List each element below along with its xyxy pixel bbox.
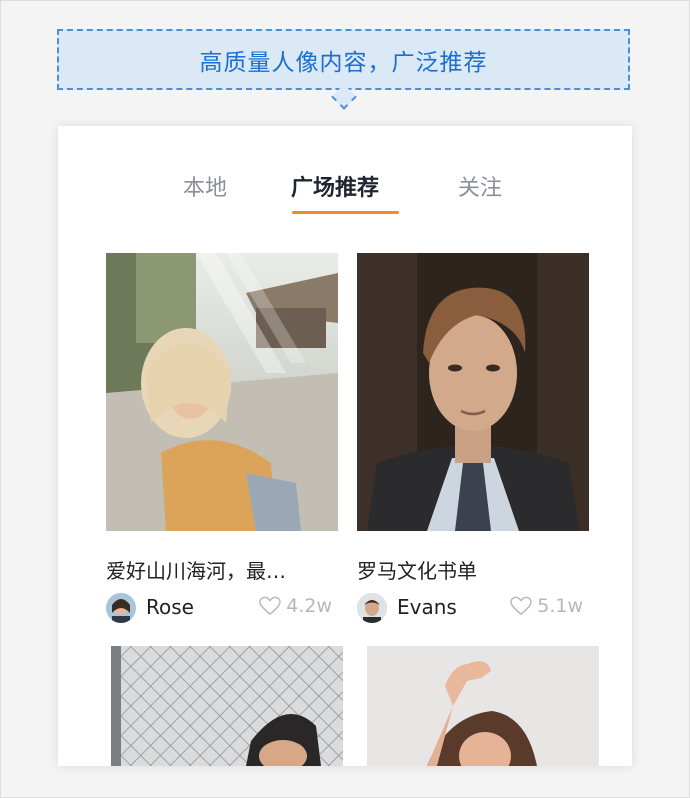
like-count: 4.2w bbox=[286, 595, 332, 617]
heart-icon[interactable] bbox=[510, 596, 532, 616]
feed-post[interactable] bbox=[111, 646, 343, 766]
feed-post[interactable] bbox=[367, 646, 599, 766]
like-counter[interactable]: 4.2w bbox=[259, 595, 332, 617]
username[interactable]: Evans bbox=[397, 595, 457, 619]
post-image[interactable] bbox=[357, 253, 589, 531]
post-title[interactable]: 罗马文化书单 bbox=[357, 555, 589, 584]
like-counter[interactable]: 5.1w bbox=[510, 595, 583, 617]
heart-icon[interactable] bbox=[259, 596, 281, 616]
tab-local[interactable]: 本地 bbox=[183, 170, 227, 202]
callout-banner: 高质量人像内容，广泛推荐 bbox=[57, 29, 630, 90]
tab-following[interactable]: 关注 bbox=[458, 170, 502, 202]
post-image[interactable] bbox=[111, 646, 343, 766]
avatar[interactable] bbox=[357, 593, 387, 623]
active-tab-indicator bbox=[292, 211, 399, 214]
callout-text: 高质量人像内容，广泛推荐 bbox=[199, 49, 488, 76]
feed-card: 本地 广场推荐 关注 爱好山川海河，最… Rose 4.2w 罗马文化书单 Ev… bbox=[58, 126, 632, 766]
post-image[interactable] bbox=[367, 646, 599, 766]
post-meta: Evans 5.1w bbox=[357, 593, 589, 625]
post-image[interactable] bbox=[106, 253, 338, 531]
tab-square-recommend[interactable]: 广场推荐 bbox=[291, 170, 379, 202]
feed-post[interactable]: 爱好山川海河，最… Rose 4.2w bbox=[106, 253, 338, 633]
post-meta: Rose 4.2w bbox=[106, 593, 338, 625]
tab-bar: 本地 广场推荐 关注 bbox=[58, 170, 632, 220]
post-title[interactable]: 爱好山川海河，最… bbox=[106, 555, 338, 584]
avatar[interactable] bbox=[106, 593, 136, 623]
username[interactable]: Rose bbox=[146, 595, 194, 619]
feed-post[interactable]: 罗马文化书单 Evans 5.1w bbox=[357, 253, 589, 633]
like-count: 5.1w bbox=[537, 595, 583, 617]
